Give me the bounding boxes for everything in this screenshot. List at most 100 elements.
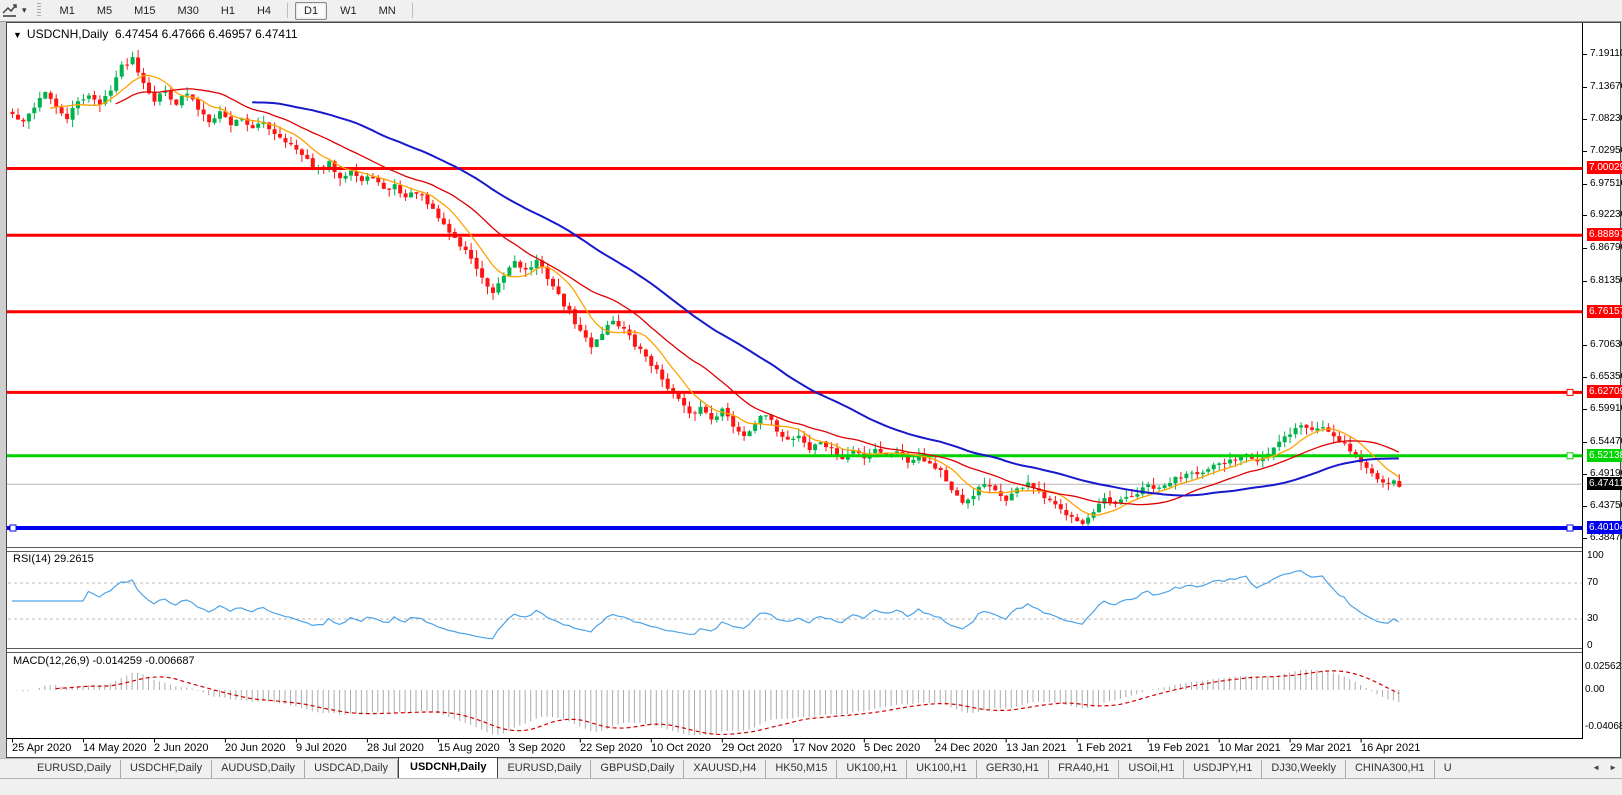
- chart-symbol-label: USDCNH,Daily: [26, 27, 109, 41]
- date-axis-label: 25 Apr 2020: [12, 742, 72, 754]
- price-tick-mark: [1583, 442, 1587, 443]
- chart-tab-usdcad-daily[interactable]: USDCAD,Daily: [305, 760, 399, 778]
- price-tick-label: 6.43750: [1590, 500, 1622, 511]
- timeframe-button-m1[interactable]: M1: [51, 2, 84, 20]
- rsi-scale-label: 100: [1587, 550, 1604, 561]
- date-axis-label: 29 Mar 2021: [1290, 742, 1352, 754]
- toolbar-grip[interactable]: [36, 3, 41, 18]
- tab-scrollers: ◄ ►: [1589, 762, 1620, 773]
- rsi-name: RSI(14): [13, 553, 51, 565]
- tab-scroll-left-button[interactable]: ◄: [1589, 762, 1603, 773]
- price-axis[interactable]: 7.19110 7.13670 7.08230 7.02950 6.97510 6.922…: [1583, 23, 1622, 757]
- price-tick-mark: [1583, 409, 1587, 410]
- price-tick-mark: [1583, 474, 1587, 475]
- chart-tab-eurusd-daily[interactable]: EURUSD,Daily: [498, 760, 592, 778]
- chart-tab-usdcnh-daily[interactable]: USDCNH,Daily: [398, 757, 499, 778]
- chart-tab-fra40-h1[interactable]: FRA40,H1: [1049, 760, 1120, 778]
- price-tick-label: 6.54470: [1590, 436, 1622, 447]
- price-tick-label: 6.92230: [1590, 209, 1622, 220]
- macd-scale-label: -0.040687: [1585, 721, 1622, 732]
- price-tick-mark: [1583, 345, 1587, 346]
- date-axis-label: 20 Jun 2020: [225, 742, 286, 754]
- price-tick-label: 7.13670: [1590, 81, 1622, 92]
- timeframe-button-h4[interactable]: H4: [248, 2, 280, 20]
- timeframe-button-m15[interactable]: M15: [125, 2, 164, 20]
- rsi-scale-label: 30: [1587, 613, 1599, 624]
- date-axis-label: 9 Jul 2020: [296, 742, 347, 754]
- chart-tab-usdjpy-h1[interactable]: USDJPY,H1: [1184, 760, 1263, 778]
- chart-tab-hk50-m15[interactable]: HK50,M15: [766, 760, 838, 778]
- chart-tab-uk100-h1[interactable]: UK100,H1: [837, 760, 908, 778]
- price-tick-label: 7.08230: [1590, 113, 1622, 124]
- price-tick-label: 6.81350: [1590, 275, 1622, 286]
- date-axis-label: 3 Sep 2020: [509, 742, 566, 754]
- price-tick-mark: [1583, 151, 1587, 152]
- status-bar: [0, 778, 1622, 795]
- timeframe-button-h1[interactable]: H1: [212, 2, 244, 20]
- date-axis-label: 17 Nov 2020: [793, 742, 856, 754]
- chart-collapse-icon[interactable]: ▼: [13, 30, 22, 40]
- date-axis-label: 16 Apr 2021: [1361, 742, 1421, 754]
- date-axis-label: 28 Jul 2020: [367, 742, 424, 754]
- chevron-down-icon[interactable]: ▾: [22, 5, 27, 16]
- chart-tab-dj30-weekly[interactable]: DJ30,Weekly: [1262, 760, 1346, 778]
- timeframe-button-mn[interactable]: MN: [370, 2, 405, 20]
- timeframe-button-d1[interactable]: D1: [295, 1, 328, 20]
- price-tick-label: 6.86790: [1590, 242, 1622, 253]
- timeframe-button-m30[interactable]: M30: [169, 2, 208, 20]
- price-tick-mark: [1583, 538, 1587, 539]
- date-axis-label: 13 Jan 2021: [1006, 742, 1067, 754]
- macd-scale-label: 0.025623: [1585, 661, 1622, 672]
- date-axis-label: 1 Feb 2021: [1077, 742, 1133, 754]
- date-axis-label: 14 May 2020: [83, 742, 147, 754]
- chart-tab-usdchf-daily[interactable]: USDCHF,Daily: [121, 760, 213, 778]
- macd-values: -0.014259 -0.006687: [92, 655, 195, 667]
- price-tick-mark: [1583, 184, 1587, 185]
- chart-canvas[interactable]: [7, 23, 1620, 757]
- date-axis-label: 10 Oct 2020: [651, 742, 711, 754]
- price-tick-label: 7.19110: [1590, 48, 1622, 59]
- timeframe-buttons: M1 M5 M15 M30 H1 H4 D1 W1 MN: [49, 1, 418, 20]
- price-tick-label: 6.97510: [1590, 178, 1622, 189]
- chart-window: ▼ USDCNH,Daily 6.47454 6.47666 6.46957 6.…: [6, 22, 1622, 758]
- trading-app: ▾ M1 M5 M15 M30 H1 H4 D1 W1 MN ▼ USDCNH,Daily 6.4…: [0, 0, 1622, 795]
- price-level-badge: 6.76157: [1587, 305, 1622, 318]
- date-axis-label: 2 Jun 2020: [154, 742, 209, 754]
- current-price-badge: 6.47411: [1587, 477, 1622, 490]
- chart-tab-partial[interactable]: U: [1435, 760, 1467, 778]
- price-tick-label: 6.65350: [1590, 371, 1622, 382]
- rsi-indicator-label: RSI(14) 29.2615: [13, 553, 94, 565]
- chart-tab-ger30-h1[interactable]: GER30,H1: [977, 760, 1050, 778]
- rsi-scale-label: 0: [1587, 640, 1593, 651]
- rsi-value: 29.2615: [53, 553, 94, 565]
- chart-tab-audusd-daily[interactable]: AUDUSD,Daily: [212, 760, 306, 778]
- date-axis-label: 19 Feb 2021: [1148, 742, 1210, 754]
- date-axis-label: 5 Dec 2020: [864, 742, 921, 754]
- price-tick-label: 7.02950: [1590, 145, 1622, 156]
- chart-tab-gbpusd-daily[interactable]: GBPUSD,Daily: [591, 760, 685, 778]
- price-tick-mark: [1583, 506, 1587, 507]
- price-tick-mark: [1583, 54, 1587, 55]
- date-axis-label: 29 Oct 2020: [722, 742, 782, 754]
- price-tick-mark: [1583, 87, 1587, 88]
- toolbar-separator: [287, 3, 289, 18]
- timeframe-button-w1[interactable]: W1: [331, 2, 366, 20]
- price-tick-mark: [1583, 281, 1587, 282]
- timeframe-button-m5[interactable]: M5: [88, 2, 121, 20]
- chart-tab-uk100-h1[interactable]: UK100,H1: [907, 760, 977, 778]
- price-level-badge: 6.52138: [1587, 449, 1622, 462]
- price-level-badge: 6.62709: [1587, 385, 1622, 398]
- price-level-badge: 6.40104: [1587, 521, 1622, 534]
- chart-tab-eurusd-daily[interactable]: EURUSD,Daily: [28, 760, 121, 778]
- chart-title: ▼ USDCNH,Daily 6.47454 6.47666 6.46957 6.…: [13, 27, 298, 41]
- chart-tab-bar: EURUSD,Daily USDCHF,Daily AUDUSD,Daily USDC…: [0, 757, 1622, 778]
- chart-tab-china300-h1[interactable]: CHINA300,H1: [1346, 760, 1435, 778]
- charts-icon[interactable]: [2, 3, 18, 18]
- chart-tab-usoil-h1[interactable]: USOil,H1: [1119, 760, 1185, 778]
- chart-tab-xauusd-h4[interactable]: XAUUSD,H4: [684, 760, 767, 778]
- price-tick-label: 6.70630: [1590, 339, 1622, 350]
- macd-name: MACD(12,26,9): [13, 655, 90, 667]
- price-level-badge: 6.88897: [1587, 228, 1622, 241]
- price-level-badge: 7.00029: [1587, 161, 1622, 174]
- tab-scroll-right-button[interactable]: ►: [1606, 762, 1620, 773]
